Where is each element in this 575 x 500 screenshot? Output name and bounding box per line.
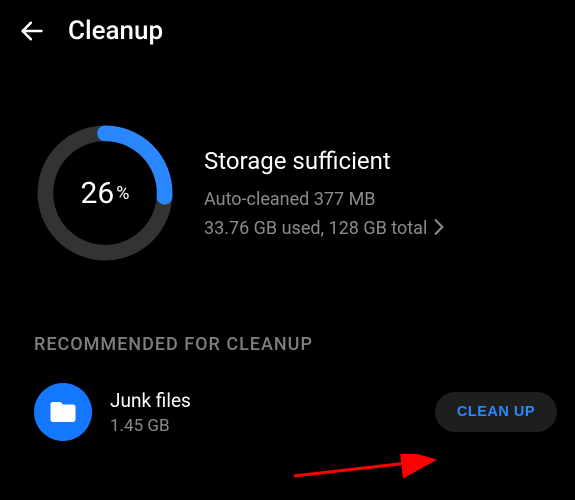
clean-up-button[interactable]: CLEAN UP xyxy=(435,392,557,432)
back-icon[interactable] xyxy=(18,17,46,45)
recommendation-size: 1.45 GB xyxy=(110,416,417,436)
page-title: Cleanup xyxy=(68,16,163,46)
storage-panel: 26% Storage sufficient Auto-cleaned 377 … xyxy=(0,62,575,274)
storage-percent-value: 26 xyxy=(81,176,115,211)
recommendation-title: Junk files xyxy=(110,389,417,412)
chevron-right-icon xyxy=(433,219,445,239)
annotation-arrow-icon xyxy=(292,454,452,484)
recommendation-text: Junk files 1.45 GB xyxy=(110,389,417,436)
recommendation-item: Junk files 1.45 GB CLEAN UP xyxy=(0,355,575,441)
folder-icon xyxy=(34,383,92,441)
storage-status-title: Storage sufficient xyxy=(204,147,541,175)
storage-usage-text: 33.76 GB used, 128 GB total xyxy=(204,218,427,239)
storage-info: Storage sufficient Auto-cleaned 377 MB 3… xyxy=(204,147,541,239)
app-header: Cleanup xyxy=(0,0,575,62)
storage-percent-label: 26% xyxy=(34,122,176,264)
storage-detail-row[interactable]: 33.76 GB used, 128 GB total xyxy=(204,218,541,239)
storage-auto-cleaned: Auto-cleaned 377 MB xyxy=(204,189,541,210)
storage-percent-unit: % xyxy=(116,183,129,204)
section-header-recommended: RECOMMENDED FOR CLEANUP xyxy=(0,274,575,355)
storage-ring: 26% xyxy=(34,122,176,264)
